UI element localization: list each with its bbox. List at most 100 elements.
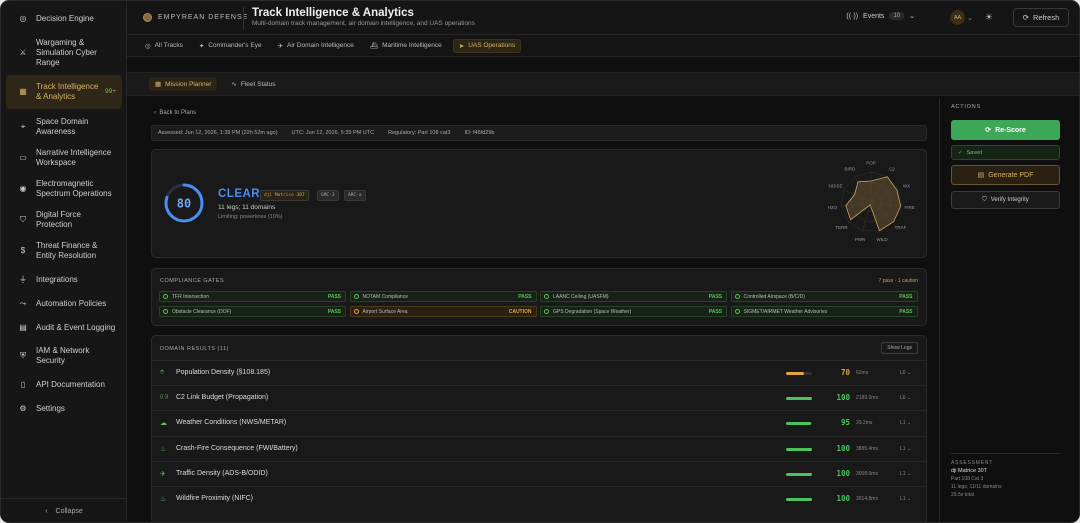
panel-divider [939, 99, 940, 522]
gate-status: PASS [518, 293, 532, 300]
gate-name: Controlled Airspace (B/C/D) [743, 293, 805, 300]
generate-pdf-button[interactable]: ▤ Generate PDF [951, 165, 1060, 185]
map-icon: ▦ [155, 81, 162, 88]
theme-toggle-sun-icon[interactable]: ☀ [985, 12, 993, 23]
sidebar-item-automation-policies[interactable]: ⤳ Automation Policies [6, 296, 122, 312]
gate-name: Obstacle Clearance (DOF) [172, 308, 232, 315]
radar-axis-label: NOISE [829, 183, 843, 188]
gate-name: GPS Degradation (Space Weather) [553, 308, 632, 315]
signal-icon: ((·)) [160, 394, 169, 401]
domain-level-dropdown[interactable]: L1 ⌄ [900, 471, 911, 477]
compliance-gate: GPS Degradation (Space Weather) PASS [540, 306, 727, 317]
avatar[interactable]: AA [950, 10, 965, 25]
sidebar-item-threat-finance-entity-resolution[interactable]: $ Threat Finance & Entity Resolution [6, 239, 122, 263]
compliance-gate: NOTAM Compliance PASS [349, 291, 537, 302]
collapse-button[interactable]: ‹ Collapse [1, 498, 127, 522]
brand-mark-icon [143, 13, 152, 22]
gate-name: TFR Intersection [172, 293, 209, 300]
tab-air-domain[interactable]: ✈ Air Domain Intelligence [273, 39, 359, 53]
status-circle-icon [734, 294, 740, 299]
subtab-mission-planner[interactable]: ▦ Mission Planner [149, 77, 218, 91]
back-to-plans-link[interactable]: ‹ Back to Plans [154, 110, 196, 116]
divider [243, 7, 244, 29]
rescore-button[interactable]: ⟳ Re-Score [951, 120, 1060, 140]
sidebar-item-electromagnetic-spectrum-operations[interactable]: ◉ Electromagnetic Spectrum Operations [6, 177, 122, 201]
sidebar-item-api-documentation[interactable]: ▯ API Documentation [6, 377, 122, 393]
utc-time: UTC: Jun 12, 2026, 5:39 PM UTC [291, 130, 375, 136]
domain-level-dropdown[interactable]: L1 ⌄ [900, 420, 911, 426]
status-label: CLEAR [218, 188, 261, 200]
sidebar-item-track-intelligence-analytics[interactable]: ▦ Track Intelligence & Analytics 99+ [6, 75, 122, 109]
domain-result-row[interactable]: ♨ Wildfire Proximity (NIFC) 100 3014.8ms L1 … [152, 486, 926, 511]
status-circle-icon [353, 309, 359, 314]
subtab-fleet-status[interactable]: ∿ Fleet Status [225, 77, 281, 91]
sidebar-item-decision-engine[interactable]: ◎ Decision Engine [6, 9, 122, 29]
domain-title: DOMAIN RESULTS (11) [160, 346, 229, 352]
mission-detail: ‹ Back to Plans Assessed: Jun 12, 2026, … [149, 107, 931, 522]
sidebar-item-integrations[interactable]: ⏚ Integrations [6, 272, 122, 288]
domain-latency: 62ms [856, 370, 869, 376]
tab-commanders-eye[interactable]: ✦ Commander's Eye [194, 39, 267, 53]
sidebar-item-wargaming-simulation-cyber-range[interactable]: ⚔ Wargaming & Simulation Cyber Range [6, 37, 122, 69]
compliance-gate: Controlled Airspace (B/C/D) PASS [730, 291, 918, 302]
sidebar-item-label: Electromagnetic Spectrum Operations [36, 179, 112, 198]
compliance-gate: SIGMET/AIRMET Weather Advisories PASS [730, 306, 918, 317]
sidebar-item-space-domain-awareness[interactable]: ⌖ Space Domain Awareness [6, 115, 122, 139]
domain-level-dropdown[interactable]: L6 ⌄ [900, 395, 911, 401]
assessment-legs: 11 legs; 11/11 domains [951, 484, 1002, 490]
subtab-label: Fleet Status [240, 80, 276, 88]
compliance-gate: Airport Surface Area CAUTION [349, 306, 537, 317]
events-button[interactable]: ((·)) Events 10 ⌄ [846, 12, 915, 20]
verify-integrity-button[interactable]: ⛉ Verify Integrity [951, 191, 1060, 209]
sidebar-item-label: Wargaming & Simulation Cyber Range [36, 38, 97, 67]
gate-status: PASS [327, 308, 341, 315]
assessment-id: ID: f46fd29b [464, 130, 495, 136]
tab-maritime[interactable]: ⛴ Maritime Intelligence [365, 39, 447, 53]
domain-level-dropdown[interactable]: L6 ⌄ [900, 370, 911, 376]
show-logs-button[interactable]: Show Logs [881, 342, 918, 354]
sidebar-item-digital-force-protection[interactable]: ⛉ Digital Force Protection [6, 208, 122, 232]
saved-status: ✓ Saved [951, 145, 1060, 160]
tab-label: Commander's Eye [208, 42, 262, 49]
status-circle-icon [163, 294, 168, 299]
sidebar-item-audit-event-logging[interactable]: ▤ Audit & Event Logging [6, 320, 122, 336]
tab-all-tracks[interactable]: ◎ All Tracks [140, 39, 188, 53]
plane-icon: ✈ [160, 470, 166, 478]
page-subtitle: Multi-domain track management, air domai… [252, 20, 475, 27]
pdf-label: Generate PDF [988, 171, 1034, 179]
compliance-gate: TFR Intersection PASS [159, 291, 346, 302]
radar-axis-label: WILD [876, 237, 888, 242]
flame-icon: ♨ [160, 445, 167, 453]
sidebar-item-narrative-intelligence-workspace[interactable]: ▭ Narrative Intelligence Workspace [6, 146, 122, 170]
refresh-icon: ⟳ [985, 127, 992, 134]
domain-result-row[interactable]: ((·)) C2 Link Budget (Propagation) 100 2189… [152, 385, 926, 410]
level-label: L1 [900, 496, 906, 502]
domain-result-row[interactable]: ⌾ Population Density (§108.185) 70 62ms L6 ⌄ [152, 360, 926, 385]
domain-level-dropdown[interactable]: L1 ⌄ [900, 446, 911, 452]
workflow-icon: ⤳ [19, 299, 27, 308]
sidebar-item-label: API Documentation [36, 380, 105, 389]
plug-icon: ⏚ [19, 275, 27, 284]
sidebar-item-label: Integrations [36, 275, 78, 284]
level-label: L1 [900, 420, 906, 427]
sidebar-item-iam-network-security[interactable]: ⛨ IAM & Network Security [6, 344, 122, 368]
chevron-down-icon[interactable]: ⌄ [967, 14, 973, 22]
limiting-factor: Limiting: powerlines (10%) [218, 214, 283, 220]
gate-name: Airport Surface Area [362, 308, 408, 315]
refresh-button[interactable]: ⟳ Refresh [1013, 8, 1069, 27]
sub-tab-bar: ▦ Mission Planner ∿ Fleet Status [127, 72, 1079, 96]
domain-result-row[interactable]: ♨ Crash-Fire Consequence (FWI/Battery) 100… [152, 435, 926, 461]
brand-name: EMPYREAN DEFENSE [158, 14, 249, 21]
book-icon: ▯ [20, 380, 26, 389]
sidebar-item-settings[interactable]: ⚙ Settings [6, 401, 122, 417]
score-bar [786, 498, 812, 501]
assessment-category: Part 108 Cat 3 [951, 476, 984, 482]
domain-result-row[interactable]: ✈ Traffic Density (ADS-B/ODID) 100 3008.6ms… [152, 460, 926, 486]
brand-logo[interactable]: EMPYREAN DEFENSE [143, 13, 248, 22]
domain-level-dropdown[interactable]: L1 ⌄ [900, 496, 911, 502]
tab-uas-operations[interactable]: ➤ UAS Operations [452, 38, 522, 53]
domain-result-row[interactable]: ☁ Weather Conditions (NWS/METAR) 95 29.2ms L… [152, 410, 926, 435]
target-icon: ◎ [19, 14, 27, 23]
tab-label: Air Domain Intelligence [287, 42, 354, 49]
rescore-label: Re-Score [995, 126, 1026, 134]
